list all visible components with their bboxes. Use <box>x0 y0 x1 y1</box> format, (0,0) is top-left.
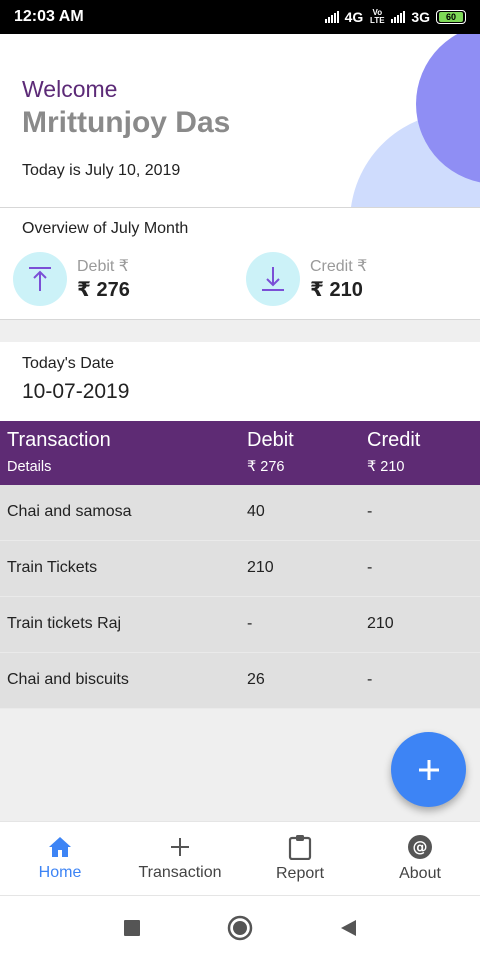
row-credit: - <box>367 559 373 576</box>
table-row[interactable]: Chai and samosa 40 - <box>0 485 480 541</box>
row-credit: 210 <box>367 615 394 632</box>
column-debit-total: ₹ 276 <box>247 459 285 475</box>
network-type-2: 3G <box>411 9 430 25</box>
at-sign-icon: @ <box>408 835 432 859</box>
recents-button[interactable] <box>117 913 147 943</box>
row-details: Train tickets Raj <box>7 615 122 632</box>
add-transaction-fab[interactable] <box>391 732 466 807</box>
debit-value: ₹ 276 <box>77 279 130 301</box>
transaction-list: Chai and samosa 40 - Train Tickets 210 -… <box>0 485 480 709</box>
back-button[interactable] <box>333 913 363 943</box>
signal-icon-2 <box>391 11 406 23</box>
bottom-navigation: Home Transaction Report @ About <box>0 821 480 896</box>
welcome-text: Welcome <box>22 76 118 102</box>
back-triangle-icon <box>341 920 356 936</box>
section-divider <box>0 320 480 342</box>
battery-level: 60 <box>439 12 463 22</box>
square-icon <box>124 920 140 936</box>
welcome-header: Welcome Mrittunjoy Das Today is July 10,… <box>0 34 480 208</box>
home-icon <box>49 837 71 857</box>
plus-icon <box>171 838 189 856</box>
clipboard-icon <box>288 835 312 860</box>
column-details-sub: Details <box>7 459 52 475</box>
nav-transaction-label: Transaction <box>138 864 222 881</box>
table-row[interactable]: Train tickets Raj - 210 <box>0 597 480 653</box>
battery-icon: 60 <box>436 10 466 24</box>
nav-transaction[interactable]: Transaction <box>120 822 240 895</box>
system-navigation <box>0 896 480 960</box>
today-text: Today is July 10, 2019 <box>22 162 181 179</box>
credit-summary: Credit ₹ ₹ 210 <box>246 252 367 306</box>
volte-label: Vo LTE <box>370 8 385 25</box>
credit-value: ₹ 210 <box>310 279 363 301</box>
status-bar: 12:03 AM 4G Vo LTE 3G 60 <box>0 0 480 34</box>
svg-text:@: @ <box>413 838 428 856</box>
column-credit: Credit ₹ 210 <box>367 429 420 475</box>
table-row[interactable]: Chai and biscuits 26 - <box>0 653 480 709</box>
overview-title: Overview of July Month <box>22 220 189 237</box>
table-row[interactable]: Train Tickets 210 - <box>0 541 480 597</box>
column-details: Transaction Details <box>7 429 111 475</box>
nav-home-label: Home <box>38 864 82 881</box>
column-credit-total: ₹ 210 <box>367 459 405 475</box>
today-date-value: 10-07-2019 <box>22 380 130 403</box>
row-credit: - <box>367 503 373 520</box>
row-debit: 40 <box>247 503 265 520</box>
nav-about-label: About <box>399 865 441 882</box>
credit-label: Credit ₹ <box>310 258 368 275</box>
upload-arrow-icon <box>13 252 67 306</box>
nav-report[interactable]: Report <box>240 822 360 895</box>
row-details: Chai and samosa <box>7 503 132 520</box>
home-system-button[interactable] <box>225 913 255 943</box>
column-debit-title: Debit <box>247 429 294 451</box>
plus-icon <box>418 759 439 780</box>
today-date-card: Today's Date 10-07-2019 <box>0 342 480 421</box>
column-credit-title: Credit <box>367 429 421 451</box>
download-arrow-icon <box>246 252 300 306</box>
status-icons: 4G Vo LTE 3G 60 <box>324 8 466 25</box>
column-debit: Debit ₹ 276 <box>247 429 294 475</box>
transaction-table-header: Transaction Details Debit ₹ 276 Credit ₹… <box>0 421 480 485</box>
signal-icon <box>324 11 339 23</box>
nav-about[interactable]: @ About <box>360 822 480 895</box>
row-details: Train Tickets <box>7 559 98 576</box>
circle-icon <box>227 915 253 941</box>
network-type-1: 4G <box>344 9 364 25</box>
debit-summary: Debit ₹ ₹ 276 <box>13 252 130 306</box>
row-debit: - <box>247 615 253 632</box>
status-time: 12:03 AM <box>14 8 84 25</box>
row-details: Chai and biscuits <box>7 671 129 688</box>
nav-home[interactable]: Home <box>0 822 120 895</box>
row-debit: 210 <box>247 559 274 576</box>
column-details-title: Transaction <box>7 429 111 451</box>
user-name: Mrittunjoy Das <box>22 106 231 139</box>
today-date-label: Today's Date <box>22 355 114 372</box>
debit-label: Debit ₹ <box>77 258 129 275</box>
nav-report-label: Report <box>275 865 325 882</box>
overview-card: Overview of July Month Debit ₹ ₹ 276 Cre… <box>0 208 480 320</box>
row-credit: - <box>367 671 373 688</box>
row-debit: 26 <box>247 671 265 688</box>
